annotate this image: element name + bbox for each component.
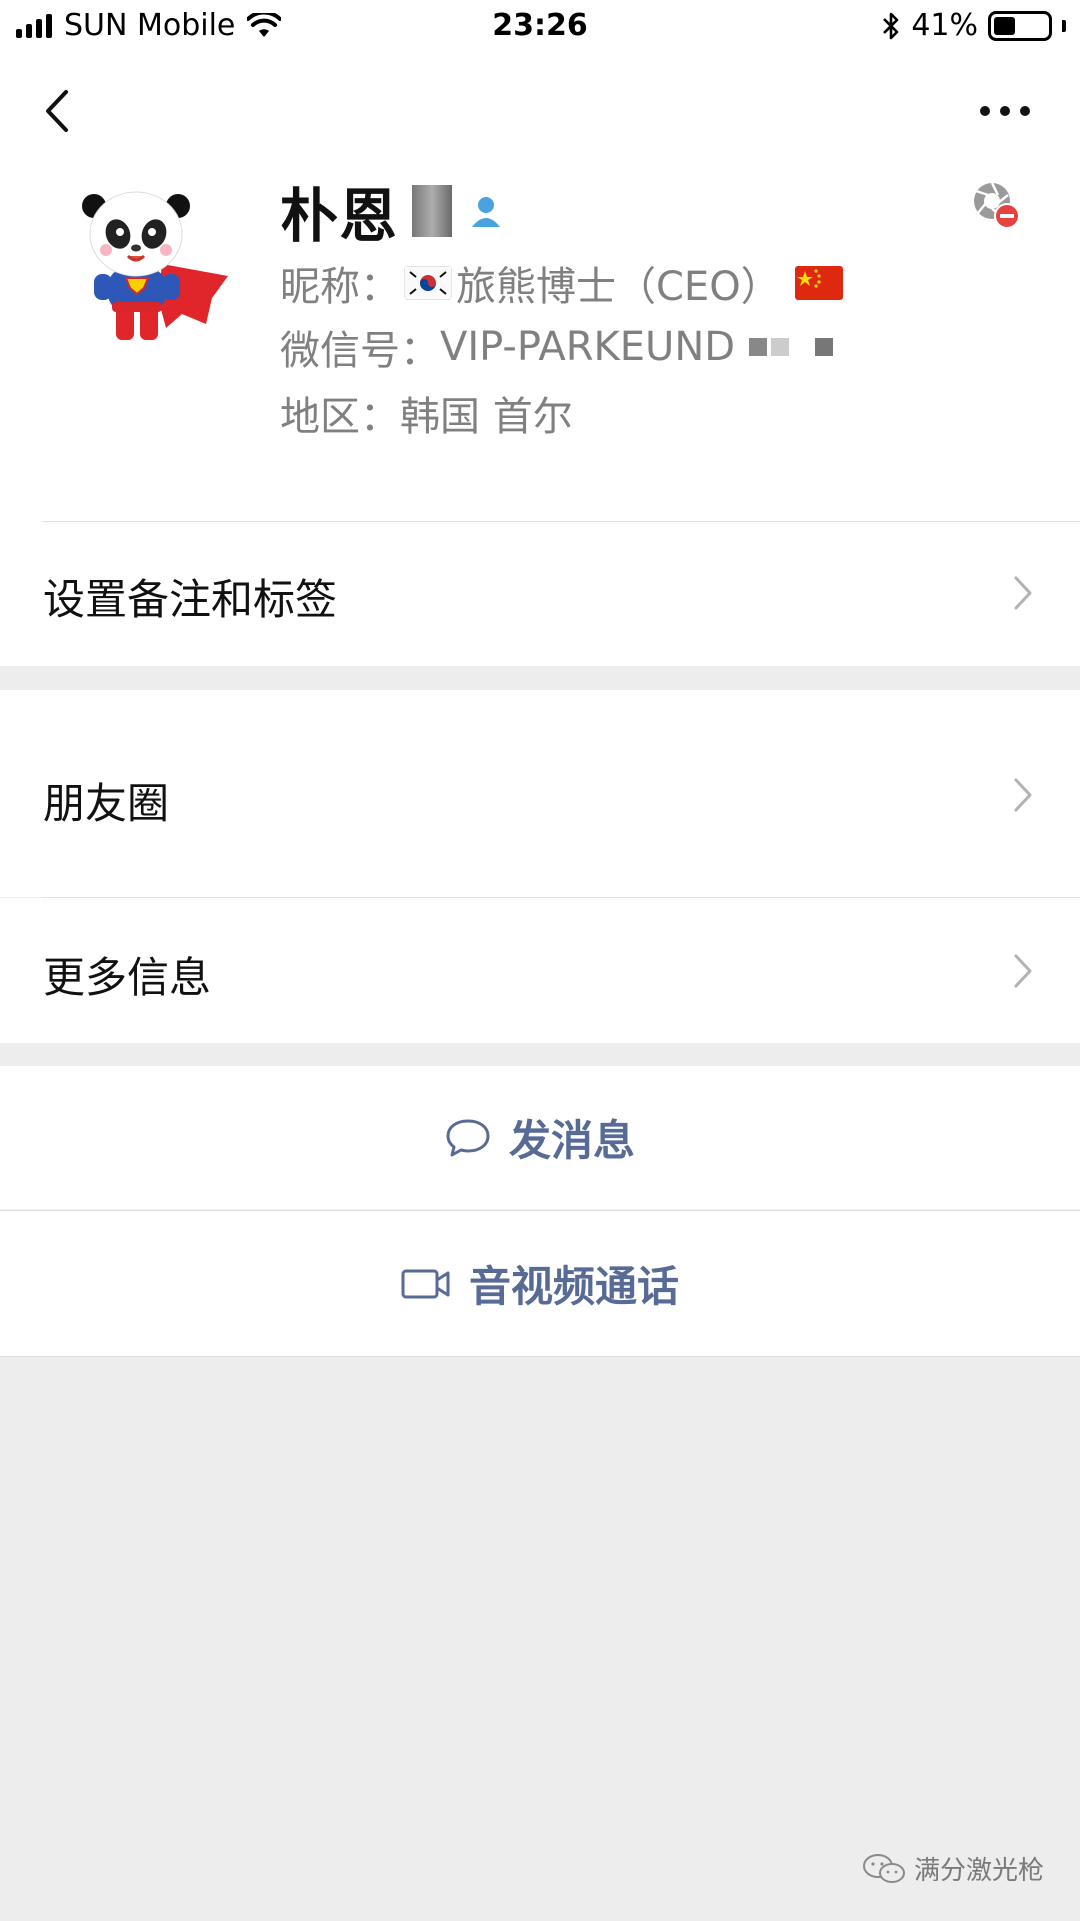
more-info-row[interactable]: 更多信息 <box>0 898 1080 1043</box>
remarks-tags-label: 设置备注和标签 <box>43 575 338 624</box>
divider <box>0 1356 1080 1357</box>
watermark: 满分激光枪 <box>862 1850 1044 1887</box>
star-friend-remove-icon[interactable] <box>970 179 1022 231</box>
moments-row[interactable]: 朋友圈 <box>0 690 1080 897</box>
watermark-text: 满分激光枪 <box>913 1856 1044 1886</box>
flag-korea-icon <box>404 266 452 300</box>
nickname-label: 昵称： <box>280 264 400 310</box>
nickname-row: 昵称： 旅熊博士（CEO） <box>280 254 847 312</box>
contact-profile-page: SUN Mobile 23:26 41% 朴恩 昵称： 旅熊博士（CEO） 微信… <box>0 0 1080 1921</box>
wechat-id-redaction <box>749 338 834 356</box>
chevron-right-icon <box>1014 954 1032 988</box>
chevron-right-icon <box>1014 576 1032 610</box>
region-row: 地区： 韩国 首尔 <box>280 384 573 442</box>
more-info-label: 更多信息 <box>43 953 212 1002</box>
flag-china-icon <box>794 266 843 300</box>
video-call-button[interactable]: 音视频通话 <box>0 1211 1080 1356</box>
remarks-tags-row[interactable]: 设置备注和标签 <box>0 522 1080 666</box>
region-label: 地区： <box>280 394 400 440</box>
name-row: 朴恩 <box>280 169 506 253</box>
region-value: 韩国 首尔 <box>400 394 573 440</box>
chat-bubble-icon <box>446 1119 490 1156</box>
send-message-button[interactable]: 发消息 <box>0 1066 1080 1209</box>
contact-name: 朴恩 <box>280 182 399 250</box>
contact-person-icon <box>472 197 501 227</box>
panda-superhero-avatar[interactable] <box>58 178 234 354</box>
video-call-label: 音视频通话 <box>468 1262 679 1311</box>
battery-level-fill <box>994 16 1015 35</box>
profile-header: 朴恩 昵称： 旅熊博士（CEO） 微信号： VIP-PARKEUND 地区： 韩… <box>0 54 1080 666</box>
nickname-value: 旅熊博士（CEO） <box>456 264 781 310</box>
battery-percent: 41% <box>911 8 978 43</box>
wechat-id-value: VIP-PARKEUND <box>440 324 736 370</box>
video-camera-icon <box>401 1269 450 1298</box>
wechat-id-row: 微信号： VIP-PARKEUND <box>280 318 834 376</box>
status-right: 41% <box>881 8 1066 43</box>
moments-label: 朋友圈 <box>43 779 170 828</box>
name-redaction <box>412 185 453 237</box>
wechat-id-label: 微信号： <box>280 328 440 374</box>
bluetooth-icon <box>883 12 899 39</box>
chevron-right-icon <box>1014 778 1032 812</box>
battery-nub <box>1062 19 1066 32</box>
battery-icon <box>988 10 1052 41</box>
more-dots-icon[interactable] <box>980 104 1030 118</box>
chevron-left-icon[interactable] <box>38 84 78 138</box>
send-message-label: 发消息 <box>508 1116 635 1165</box>
status-bar: SUN Mobile 23:26 41% <box>0 0 1080 54</box>
wechat-logo-icon <box>862 1853 905 1883</box>
